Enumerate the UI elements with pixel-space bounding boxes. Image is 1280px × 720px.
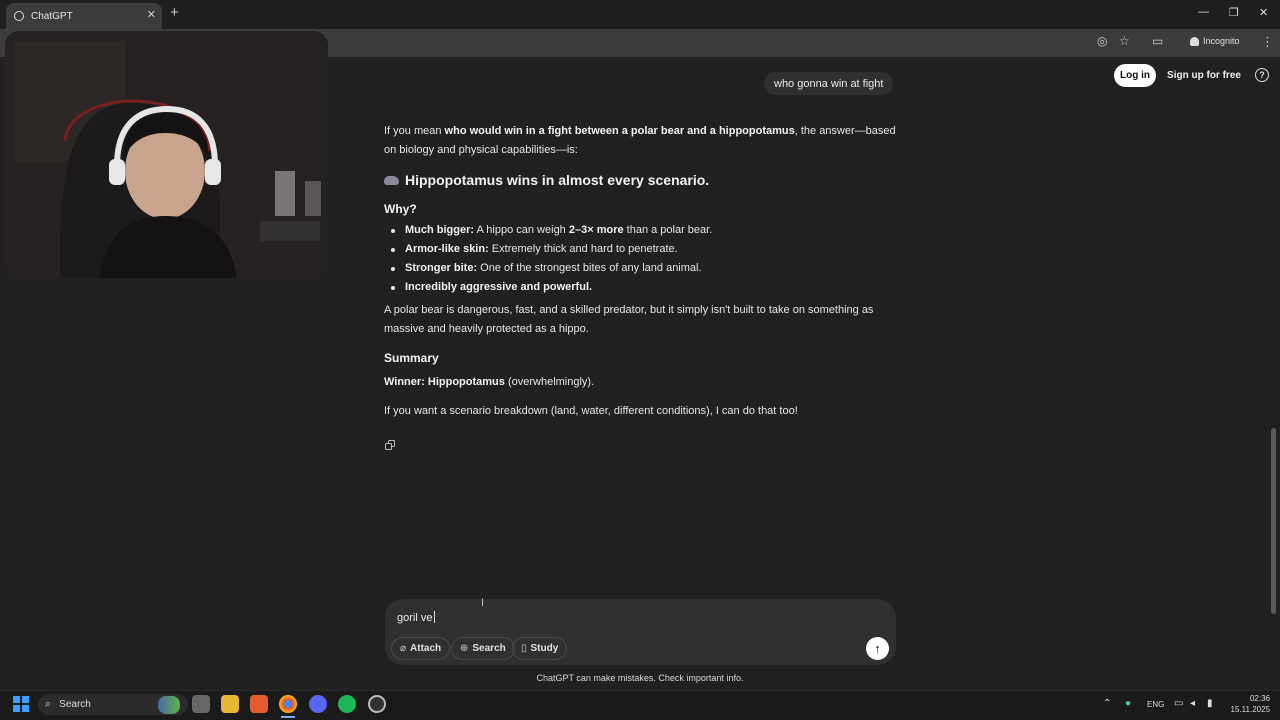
closing-line: If you want a scenario breakdown (land, … xyxy=(384,405,798,417)
brave-browser-icon[interactable] xyxy=(250,695,268,713)
reason-label: Armor-like skin: xyxy=(405,243,489,255)
clock-date: 15.11.2025 xyxy=(1230,705,1270,714)
tray-expand-icon[interactable]: ⌃ xyxy=(1103,698,1111,709)
hippo-emoji-icon xyxy=(384,175,399,185)
restore-button[interactable]: ❐ xyxy=(1229,6,1239,19)
help-icon[interactable]: ? xyxy=(1255,68,1269,82)
list-item: Much bigger: A hippo can weigh 2–3× more… xyxy=(390,221,712,240)
reason-label: Incredibly aggressive and powerful. xyxy=(405,281,593,293)
page-scrollbar[interactable] xyxy=(1271,428,1276,614)
reason-label: Stronger bite: xyxy=(405,262,478,274)
chatgpt-favicon-icon xyxy=(14,11,24,21)
discord-icon[interactable] xyxy=(309,695,327,713)
tab-close-icon[interactable]: ✕ xyxy=(147,8,156,21)
steam-icon[interactable] xyxy=(368,695,386,713)
browser-menu-icon[interactable]: ⋮ xyxy=(1261,34,1274,50)
minimize-button[interactable]: — xyxy=(1198,6,1209,18)
incognito-indicator[interactable]: Incognito xyxy=(1190,36,1240,46)
copy-icon[interactable] xyxy=(385,440,396,451)
microphone-icon[interactable]: ● xyxy=(1125,698,1131,709)
reason-text: A hippo can weigh xyxy=(474,224,569,236)
language-indicator[interactable]: ENG xyxy=(1147,700,1164,709)
incognito-icon xyxy=(1190,36,1199,46)
chrome-icon[interactable] xyxy=(279,695,297,713)
search-highlight-icon[interactable] xyxy=(158,696,180,714)
reason-text: Extremely thick and hard to penetrate. xyxy=(488,243,678,255)
new-tab-button[interactable]: + xyxy=(170,4,179,21)
intro-bold: who would win in a fight between a polar… xyxy=(444,125,795,137)
list-item: Stronger bite: One of the strongest bite… xyxy=(390,259,712,278)
search-icon: ⌕ xyxy=(45,698,52,710)
intro-pre: If you mean xyxy=(384,125,445,137)
response-intro: If you mean who would win in a fight bet… xyxy=(384,122,896,160)
battery-icon[interactable]: ▮ xyxy=(1207,698,1213,709)
reasons-list: Much bigger: A hippo can weigh 2–3× more… xyxy=(390,221,712,297)
chrome-active-indicator xyxy=(281,716,295,718)
winner-post: (overwhelmingly). xyxy=(504,376,595,388)
windows-start-icon[interactable] xyxy=(13,696,29,712)
signup-button[interactable]: Sign up for free xyxy=(1166,64,1242,87)
incognito-label: Incognito xyxy=(1203,36,1240,46)
search-label: Search xyxy=(472,643,506,654)
close-window-button[interactable]: ✕ xyxy=(1259,6,1268,19)
bookmark-star-icon[interactable]: ☆ xyxy=(1119,34,1130,48)
login-button[interactable]: Log in xyxy=(1114,64,1156,87)
study-label: Study xyxy=(530,643,559,654)
network-icon[interactable]: ▭ xyxy=(1174,698,1183,709)
reason-text-end: than a polar bear. xyxy=(623,224,713,236)
cast-icon[interactable]: ▭ xyxy=(1152,34,1163,48)
list-item: Incredibly aggressive and powerful. xyxy=(390,278,712,297)
disclaimer-text: ChatGPT can make mistakes. Check importa… xyxy=(536,673,744,683)
reason-text: One of the strongest bites of any land a… xyxy=(477,262,702,274)
globe-icon: ⊕ xyxy=(460,643,469,654)
send-button[interactable]: ↑ xyxy=(866,637,889,660)
tab-title: ChatGPT xyxy=(31,10,73,22)
attach-label: Attach xyxy=(410,643,442,654)
clock-time: 02:36 xyxy=(1249,694,1270,703)
why-heading: Why? xyxy=(384,202,417,216)
winner-bold: Winner: Hippopotamus xyxy=(384,376,505,388)
spotify-icon[interactable] xyxy=(338,695,356,713)
webcam-feed-image xyxy=(5,31,328,278)
webcam-overlay xyxy=(5,31,328,278)
study-button[interactable]: ▯ Study xyxy=(512,637,568,660)
search-button[interactable]: ⊕ Search xyxy=(451,637,515,660)
reason-label: Much bigger: xyxy=(405,224,475,236)
volume-icon[interactable]: ◂ xyxy=(1190,698,1195,709)
list-item: Armor-like skin: Extremely thick and har… xyxy=(390,240,712,259)
book-icon: ▯ xyxy=(521,643,527,654)
user-message-bubble: who gonna win at fight xyxy=(764,72,894,95)
eye-off-icon[interactable]: ◎ xyxy=(1097,34,1107,48)
tab-chatgpt[interactable]: ChatGPT ✕ xyxy=(6,3,162,29)
winner-line: Winner: Hippopotamus (overwhelmingly). xyxy=(384,373,896,392)
file-explorer-icon[interactable] xyxy=(221,695,239,713)
task-view-icon[interactable] xyxy=(192,695,210,713)
headline-text: Hippopotamus wins in almost every scenar… xyxy=(405,172,710,188)
mouse-text-cursor-icon: I xyxy=(481,597,485,609)
response-headline: Hippopotamus wins in almost every scenar… xyxy=(384,172,709,188)
reason-emphasis: 2–3× more xyxy=(568,224,624,236)
paperclip-icon: ⌀ xyxy=(400,643,407,654)
taskbar-search-label: Search xyxy=(59,699,91,710)
response-paragraph: A polar bear is dangerous, fast, and a s… xyxy=(384,304,874,335)
message-input[interactable]: goril ve xyxy=(397,611,435,624)
browser-tab-strip xyxy=(0,0,1280,29)
summary-heading: Summary xyxy=(384,351,439,365)
attach-button[interactable]: ⌀ Attach xyxy=(391,637,451,660)
taskbar-clock[interactable]: 02:36 15.11.2025 xyxy=(1224,693,1270,715)
